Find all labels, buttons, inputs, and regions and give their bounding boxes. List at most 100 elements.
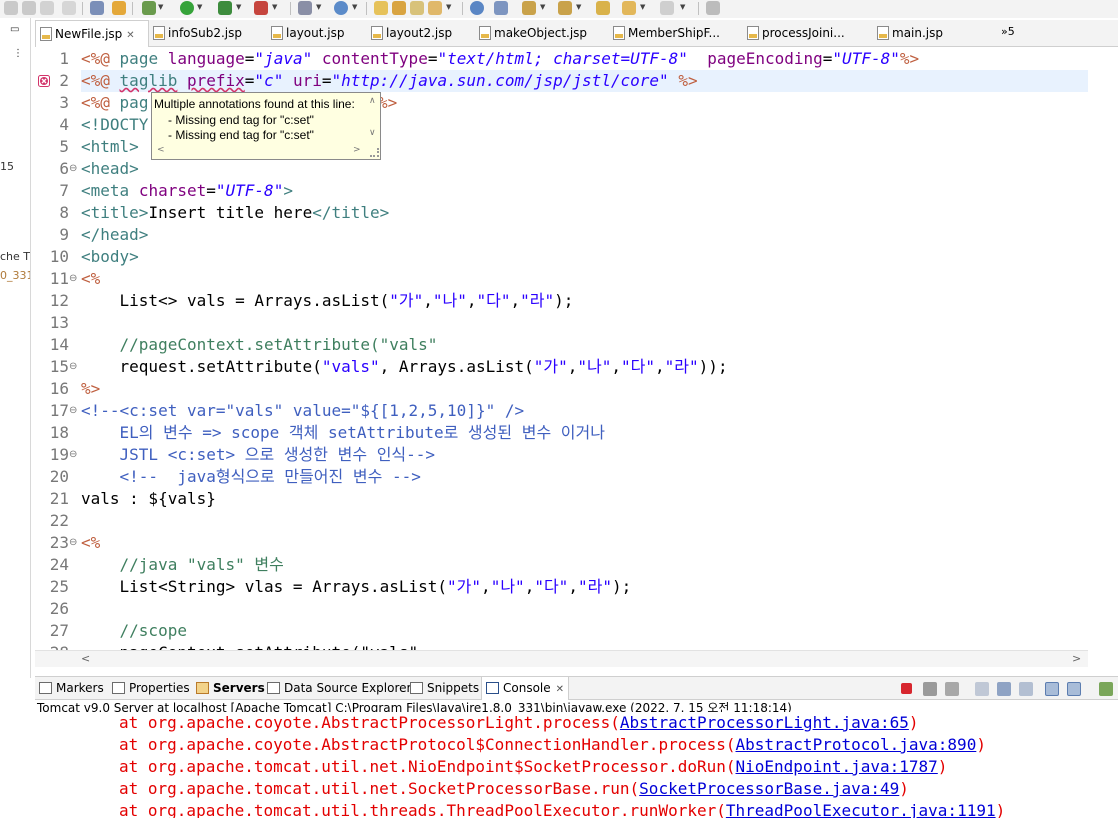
tooltip-horizontal-scrollbar[interactable]: < > — [153, 145, 380, 158]
scroll-right-icon[interactable]: > — [1072, 652, 1081, 665]
tab-membershipf[interactable]: MemberShipF... — [609, 20, 743, 47]
tab-label: processJoini... — [762, 26, 845, 40]
chevron-down-icon[interactable]: ▼ — [352, 2, 360, 12]
tab-console[interactable]: Console ✕ — [481, 677, 570, 700]
chevron-down-icon[interactable]: ▼ — [576, 2, 584, 12]
open-perspective-icon[interactable] — [706, 1, 720, 15]
line-number: 17 — [49, 401, 69, 420]
tab-layout-jsp[interactable]: layout.jsp — [267, 20, 367, 47]
close-icon[interactable]: ✕ — [126, 30, 134, 41]
new-project-icon[interactable] — [298, 1, 312, 15]
globe-icon[interactable] — [470, 1, 484, 15]
fold-toggle-icon[interactable]: ⊖ — [69, 158, 77, 180]
tooltip-vertical-scrollbar[interactable]: ∧ ∨ — [366, 94, 380, 144]
tab-label: layout.jsp — [286, 26, 345, 40]
chevron-down-icon[interactable]: ▼ — [680, 2, 688, 12]
stack-trace-link[interactable]: SocketProcessorBase.java:49 — [639, 779, 899, 798]
show-on-output-icon[interactable] — [1045, 682, 1059, 696]
view-minimize-icon[interactable]: ▭ — [10, 24, 19, 35]
tab-processjoini[interactable]: processJoini... — [743, 20, 873, 47]
chevron-down-icon[interactable]: ▼ — [640, 2, 648, 12]
chevron-down-icon[interactable]: ▼ — [540, 2, 548, 12]
forward-icon[interactable] — [660, 1, 674, 15]
back-icon[interactable] — [622, 1, 636, 15]
servers-icon — [196, 682, 209, 694]
tab-markers[interactable]: Markers — [39, 677, 104, 700]
search-icon[interactable] — [494, 1, 508, 15]
scroll-lock-icon[interactable] — [997, 682, 1011, 696]
terminate-icon[interactable] — [901, 683, 912, 694]
chevron-down-icon[interactable]: ▼ — [446, 2, 454, 12]
pin-console-icon[interactable] — [1099, 682, 1113, 696]
toggle-icon[interactable] — [112, 1, 126, 15]
open-folder-icon[interactable] — [374, 1, 388, 15]
line-number: 14 — [49, 335, 69, 354]
tab-servers[interactable]: Servers — [196, 677, 265, 700]
chevron-down-icon[interactable]: ▼ — [236, 2, 244, 12]
left-fragment-che: che T — [0, 250, 31, 263]
tab-label: Properties — [129, 681, 190, 695]
fold-toggle-icon[interactable]: ⊖ — [69, 356, 77, 378]
last-edit-icon[interactable] — [596, 1, 610, 15]
code-line-3: <%@ pag — [81, 93, 149, 112]
edit-icon[interactable] — [410, 1, 424, 15]
tab-snippets[interactable]: Snippets — [410, 677, 479, 700]
fold-toggle-icon[interactable]: ⊖ — [69, 268, 77, 290]
stack-trace-link[interactable]: AbstractProtocol.java:890 — [736, 735, 977, 754]
tab-layout2-jsp[interactable]: layout2.jsp — [367, 20, 475, 47]
resize-grip-icon[interactable] — [370, 148, 379, 157]
format-icon[interactable] — [90, 1, 104, 15]
undo-icon[interactable] — [4, 1, 18, 15]
code-line-23: <% — [81, 533, 101, 552]
tab-label: infoSub2.jsp — [168, 26, 242, 40]
horizontal-scrollbar[interactable]: < > — [35, 650, 1088, 667]
console-output[interactable]: at org.apache.coyote.AbstractProcessorLi… — [35, 712, 1118, 818]
clear-console-icon[interactable] — [975, 682, 989, 696]
annotation-next-icon[interactable] — [522, 1, 536, 15]
tab-data-source-explorer[interactable]: Data Source Explorer — [267, 677, 411, 700]
stack-trace-link[interactable]: NioEndpoint.java:1787 — [736, 757, 938, 776]
fold-toggle-icon[interactable]: ⊖ — [69, 400, 77, 422]
stack-trace-link[interactable]: AbstractProcessorLight.java:65 — [620, 713, 909, 732]
redo-icon[interactable] — [22, 1, 36, 15]
tab-newfile-jsp[interactable]: NewFile.jsp ✕ — [35, 20, 149, 48]
fold-toggle-icon[interactable]: ⊖ — [69, 444, 77, 466]
fold-toggle-icon[interactable]: ⊖ — [69, 532, 77, 554]
stack-trace-line: at org.apache.tomcat.util.net.NioEndpoin… — [119, 757, 948, 776]
annotation-prev-icon[interactable] — [558, 1, 572, 15]
open-file-icon[interactable] — [392, 1, 406, 15]
refresh-icon[interactable] — [40, 1, 54, 15]
jsp-file-icon — [479, 26, 491, 40]
tab-makeobject-jsp[interactable]: makeObject.jsp — [475, 20, 609, 47]
line-number: 21 — [49, 489, 69, 508]
debug-icon[interactable] — [142, 1, 156, 15]
chevron-down-icon[interactable]: ▼ — [316, 2, 324, 12]
remove-launch-icon[interactable] — [923, 682, 937, 696]
code-line-6: <head> — [81, 159, 139, 178]
chevron-down-icon[interactable]: ▼ — [158, 2, 166, 12]
brush-icon[interactable] — [428, 1, 442, 15]
tab-properties[interactable]: Properties — [112, 677, 190, 700]
tab-overflow-button[interactable]: »5 — [1001, 25, 1015, 38]
run-icon[interactable] — [180, 1, 194, 15]
new-class-icon[interactable] — [334, 1, 348, 15]
show-on-error-icon[interactable] — [1067, 682, 1081, 696]
server-icon[interactable] — [254, 1, 268, 15]
chevron-down-icon[interactable]: ▼ — [272, 2, 280, 12]
stack-trace-link[interactable]: ThreadPoolExecutor.java:1191 — [726, 801, 996, 818]
left-view-strip: ▭ ⋮ 15 che T 0_331 — [0, 18, 31, 678]
view-menu-icon[interactable]: ⋮ — [13, 48, 23, 59]
line-number: 13 — [49, 313, 69, 332]
scroll-left-icon[interactable]: < — [81, 652, 90, 665]
code-line-28: pageContext.setAttribute("vals" — [81, 642, 419, 650]
run-external-icon[interactable] — [218, 1, 232, 15]
chevron-down-icon[interactable]: ▼ — [197, 2, 205, 12]
tab-infosub2-jsp[interactable]: infoSub2.jsp — [149, 20, 267, 47]
close-icon[interactable]: ✕ — [556, 684, 564, 695]
tab-main-jsp[interactable]: main.jsp — [873, 20, 991, 47]
sync-icon[interactable] — [62, 1, 76, 15]
word-wrap-icon[interactable] — [1019, 682, 1033, 696]
line-number: 10 — [49, 247, 69, 266]
remove-all-icon[interactable] — [945, 682, 959, 696]
jsp-file-icon — [271, 26, 283, 40]
